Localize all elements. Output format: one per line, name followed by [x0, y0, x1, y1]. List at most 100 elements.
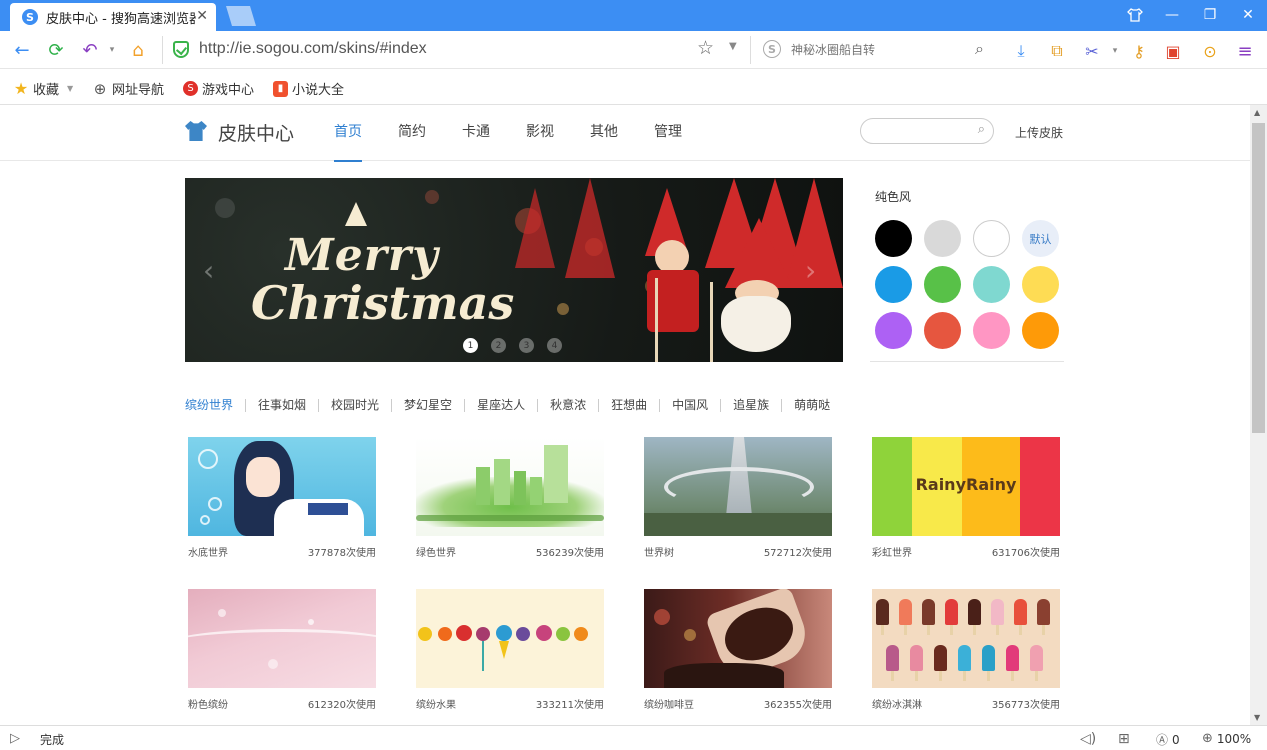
skin-thumbnail[interactable]	[188, 437, 376, 536]
color-swatch[interactable]: 默认	[1022, 220, 1059, 257]
adblock-counter[interactable]: Ⓐ 0	[1156, 731, 1180, 748]
nav-item-other[interactable]: 其他	[590, 105, 618, 161]
skin-name[interactable]: 水底世界	[188, 544, 228, 559]
christmas-banner[interactable]: Merry Christmas ‹ › 1 2 3 4	[185, 178, 843, 362]
skin-thumbnail[interactable]	[416, 437, 604, 536]
category-star-chasers[interactable]: 追星族	[720, 399, 781, 412]
back-arrow-icon[interactable]: ←	[10, 38, 34, 62]
banner-page-3[interactable]: 3	[519, 338, 534, 353]
nav-item-home[interactable]: 首页	[334, 105, 362, 162]
skin-shirt-icon[interactable]	[1121, 4, 1149, 26]
search-engine-icon[interactable]: S	[763, 40, 781, 58]
scissors-dropdown-icon[interactable]: ▾	[1102, 38, 1128, 64]
speaker-icon[interactable]: ◁)	[1080, 731, 1096, 747]
address-dropdown-icon[interactable]: ▼	[729, 41, 737, 52]
undo-icon[interactable]: ↶	[78, 38, 102, 62]
nav-item-cartoon[interactable]: 卡通	[462, 105, 490, 161]
skin-card[interactable]: 水底世界 377878次使用	[188, 437, 376, 559]
upload-skin-link[interactable]: 上传皮肤	[1015, 124, 1063, 141]
color-swatch[interactable]	[875, 266, 912, 303]
color-swatch[interactable]	[1022, 266, 1059, 303]
skin-thumbnail[interactable]	[872, 589, 1060, 688]
skin-name[interactable]: 绿色世界	[416, 544, 456, 559]
bookmark-star-icon[interactable]: ☆	[697, 37, 714, 59]
bookmark-game-center[interactable]: S 游戏中心	[183, 79, 254, 98]
new-tab-button[interactable]	[226, 6, 256, 26]
more-options-icon[interactable]: ⊙	[1197, 38, 1223, 64]
skin-card[interactable]: 缤纷水果 333211次使用	[416, 589, 604, 711]
color-swatch[interactable]	[973, 220, 1010, 257]
scrollbar-thumb[interactable]	[1252, 123, 1265, 433]
chevron-right-icon[interactable]: ›	[805, 254, 816, 287]
favorites-dropdown-icon[interactable]: ▼	[67, 84, 73, 93]
browser-tab[interactable]: S 皮肤中心 - 搜狗高速浏览器 ✕	[10, 3, 216, 31]
color-swatch[interactable]	[875, 312, 912, 349]
restore-icon[interactable]: ❐	[1196, 4, 1224, 26]
skin-card[interactable]: 世界树 572712次使用	[644, 437, 832, 559]
skin-card[interactable]: 缤纷咖啡豆 362355次使用	[644, 589, 832, 711]
skin-name[interactable]: 缤纷冰淇淋	[872, 696, 922, 711]
bookmark-favorites[interactable]: ★ 收藏 ▼	[13, 79, 73, 98]
close-window-icon[interactable]: ✕	[1234, 4, 1262, 26]
category-rhapsody[interactable]: 狂想曲	[598, 399, 659, 412]
color-swatch[interactable]	[1022, 312, 1059, 349]
bookmark-web-nav[interactable]: ⊕ 网址导航	[92, 79, 164, 99]
nav-item-manage[interactable]: 管理	[654, 105, 682, 161]
skin-name[interactable]: 粉色缤纷	[188, 696, 228, 711]
category-autumn[interactable]: 秋意浓	[537, 399, 598, 412]
close-tab-icon[interactable]: ✕	[196, 8, 208, 24]
search-icon[interactable]: ⌕	[975, 39, 984, 59]
skin-thumbnail[interactable]	[644, 437, 832, 536]
search-icon[interactable]: ⌕	[978, 122, 985, 137]
skin-thumbnail[interactable]: RainyRainy	[872, 437, 1060, 536]
color-swatch[interactable]	[924, 312, 961, 349]
skin-name[interactable]: 彩虹世界	[872, 544, 912, 559]
bookmark-novels[interactable]: ▮ 小说大全	[273, 79, 344, 98]
menu-icon[interactable]: ≡	[1232, 38, 1258, 64]
home-icon[interactable]: ⌂	[126, 38, 150, 62]
color-swatch[interactable]	[973, 266, 1010, 303]
banner-page-4[interactable]: 4	[547, 338, 562, 353]
category-zodiac[interactable]: 星座达人	[464, 399, 537, 412]
vertical-scrollbar[interactable]: ▲ ▼	[1250, 105, 1267, 725]
cards-icon[interactable]: ▣	[1160, 38, 1186, 64]
banner-page-1[interactable]: 1	[463, 338, 478, 353]
skin-name[interactable]: 世界树	[644, 544, 674, 559]
color-swatch[interactable]	[924, 220, 961, 257]
skin-card[interactable]: RainyRainy 彩虹世界 631706次使用	[872, 437, 1060, 559]
category-chinese-style[interactable]: 中国风	[659, 399, 720, 412]
screenshot-icon[interactable]: ⧉	[1044, 38, 1070, 64]
undo-dropdown-icon[interactable]: ▾	[100, 38, 124, 62]
key-icon[interactable]: ⚷	[1126, 38, 1152, 64]
sidebar-toggle-icon[interactable]: ▷	[10, 731, 20, 746]
scroll-up-icon[interactable]: ▲	[1254, 108, 1260, 117]
skin-card[interactable]: 粉色缤纷 612320次使用	[188, 589, 376, 711]
address-bar[interactable]: http://ie.sogou.com/skins/#index ☆ ▼	[162, 36, 748, 64]
url-text[interactable]: http://ie.sogou.com/skins/#index	[199, 40, 427, 58]
category-colorful-world[interactable]: 缤纷世界	[185, 399, 245, 412]
minimize-icon[interactable]: —	[1158, 4, 1186, 26]
chevron-left-icon[interactable]: ‹	[203, 254, 214, 287]
skin-thumbnail[interactable]	[188, 589, 376, 688]
category-memories[interactable]: 往事如烟	[245, 399, 318, 412]
site-title[interactable]: 皮肤中心	[218, 119, 294, 146]
zoom-control[interactable]: ⊕ 100%	[1202, 731, 1251, 746]
color-swatch[interactable]	[924, 266, 961, 303]
download-icon[interactable]: ⤓	[1008, 38, 1034, 64]
color-swatch[interactable]	[875, 220, 912, 257]
category-campus[interactable]: 校园时光	[318, 399, 391, 412]
refresh-icon[interactable]: ⟳	[44, 38, 68, 62]
skin-name[interactable]: 缤纷咖啡豆	[644, 696, 694, 711]
nav-item-film[interactable]: 影视	[526, 105, 554, 161]
scroll-down-icon[interactable]: ▼	[1254, 713, 1260, 722]
extension-icon[interactable]: ⊞	[1118, 731, 1130, 747]
site-search-input[interactable]: ⌕	[860, 118, 994, 144]
skin-card[interactable]: 绿色世界 536239次使用	[416, 437, 604, 559]
skin-name[interactable]: 缤纷水果	[416, 696, 456, 711]
banner-page-2[interactable]: 2	[491, 338, 506, 353]
browser-search-box[interactable]: S ⌕	[750, 36, 996, 64]
category-cute[interactable]: 萌萌哒	[781, 399, 842, 412]
skin-thumbnail[interactable]	[416, 589, 604, 688]
color-swatch[interactable]	[973, 312, 1010, 349]
skin-thumbnail[interactable]	[644, 589, 832, 688]
